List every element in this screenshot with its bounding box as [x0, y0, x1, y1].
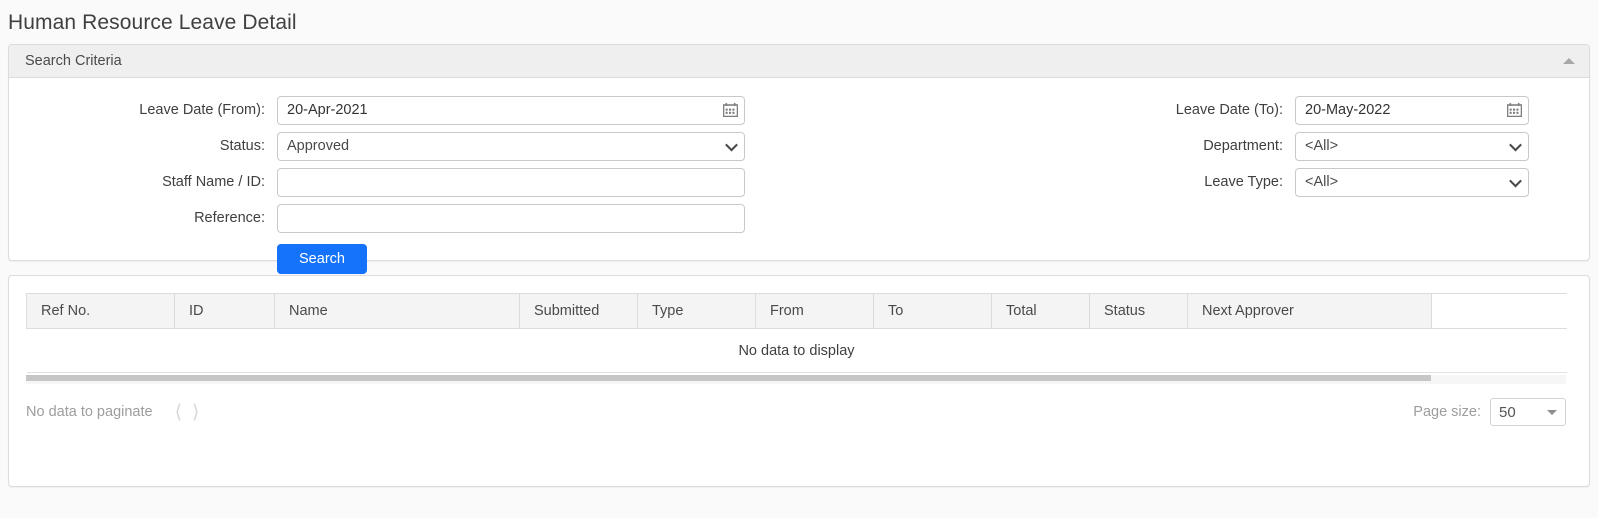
- pagination-bar: No data to paginate ⟨ ⟩ Page size: 50: [26, 398, 1566, 426]
- field-status: Status: Approved: [9, 128, 769, 164]
- search-criteria-panel: Search Criteria Leave Date (From): 20-Ap…: [8, 44, 1590, 274]
- column-header-submitted[interactable]: Submitted: [519, 293, 638, 329]
- horizontal-scrollbar[interactable]: [26, 375, 1566, 384]
- results-panel: Ref No. ID Name Submitted Type From To T…: [8, 275, 1590, 487]
- scrollbar-thumb[interactable]: [26, 375, 1431, 381]
- leave-type-label: Leave Type:: [1204, 174, 1283, 190]
- chevron-up-icon[interactable]: [1563, 58, 1575, 64]
- leave-date-to-label: Leave Date (To):: [1175, 102, 1283, 118]
- criteria-left-column: Leave Date (From): 20-Apr-2021 Status: A…: [9, 92, 769, 274]
- column-header-name[interactable]: Name: [274, 293, 520, 329]
- page-size-select[interactable]: 50: [1490, 398, 1566, 426]
- field-leave-date-from: Leave Date (From):: [9, 92, 769, 128]
- criteria-right-column: Leave Date (To): 20-May-2022 Department:…: [769, 92, 1529, 244]
- chevron-right-icon[interactable]: ⟩: [192, 403, 199, 422]
- column-header-total[interactable]: Total: [991, 293, 1090, 329]
- results-table: Ref No. ID Name Submitted Type From To T…: [26, 293, 1567, 373]
- department-select[interactable]: <All>: [1295, 131, 1529, 161]
- status-label: Status:: [219, 138, 265, 154]
- column-header-ref-no[interactable]: Ref No.: [26, 293, 175, 329]
- department-label: Department:: [1203, 138, 1283, 154]
- search-criteria-header: Search Criteria: [9, 45, 1589, 78]
- column-header-id[interactable]: ID: [174, 293, 275, 329]
- calendar-icon[interactable]: [1506, 103, 1523, 118]
- search-criteria-title: Search Criteria: [25, 53, 122, 69]
- field-reference: Reference:: [9, 200, 769, 236]
- leave-date-from-input[interactable]: [277, 95, 745, 125]
- column-header-from[interactable]: From: [755, 293, 874, 329]
- column-header-type[interactable]: Type: [637, 293, 756, 329]
- staff-name-id-label: Staff Name / ID:: [162, 174, 265, 190]
- field-department: Department: <All>: [769, 128, 1529, 164]
- empty-message: No data to display: [26, 328, 1567, 373]
- chevron-left-icon[interactable]: ⟨: [175, 403, 182, 422]
- table-body: No data to display: [26, 328, 1567, 373]
- field-staff-name-id: Staff Name / ID:: [9, 164, 769, 200]
- table-header-row: Ref No. ID Name Submitted Type From To T…: [26, 293, 1567, 329]
- search-button-row: Search: [9, 236, 769, 274]
- column-header-status[interactable]: Status: [1089, 293, 1188, 329]
- page-size-value: 50: [1499, 403, 1516, 421]
- column-header-to[interactable]: To: [873, 293, 992, 329]
- reference-input[interactable]: [277, 203, 745, 233]
- pagination-empty-text: No data to paginate: [26, 404, 153, 420]
- leave-type-select[interactable]: <All>: [1295, 167, 1529, 197]
- empty-row: No data to display: [26, 328, 1567, 373]
- page-size-group: Page size: 50: [1413, 398, 1566, 426]
- caret-down-icon: [1547, 409, 1557, 415]
- reference-label: Reference:: [194, 210, 265, 226]
- results-grid-wrapper: Ref No. ID Name Submitted Type From To T…: [26, 293, 1581, 384]
- search-button[interactable]: Search: [277, 244, 367, 274]
- column-header-next-approver[interactable]: Next Approver: [1187, 293, 1432, 329]
- staff-name-id-input[interactable]: [277, 167, 745, 197]
- field-leave-date-to: Leave Date (To):: [769, 92, 1529, 128]
- page-size-label: Page size:: [1413, 404, 1481, 420]
- field-leave-type: Leave Type: <All>: [769, 164, 1529, 200]
- calendar-icon[interactable]: [722, 103, 739, 118]
- leave-date-to-input[interactable]: [1295, 95, 1529, 125]
- page-title: Human Resource Leave Detail: [8, 11, 297, 34]
- leave-date-from-label: Leave Date (From):: [139, 102, 265, 118]
- status-select[interactable]: Approved: [277, 131, 745, 161]
- column-header-filler: [1431, 293, 1567, 329]
- search-criteria-body: Leave Date (From): 20-Apr-2021 Status: A…: [9, 78, 1589, 274]
- pagination-arrows: ⟨ ⟩: [175, 403, 200, 422]
